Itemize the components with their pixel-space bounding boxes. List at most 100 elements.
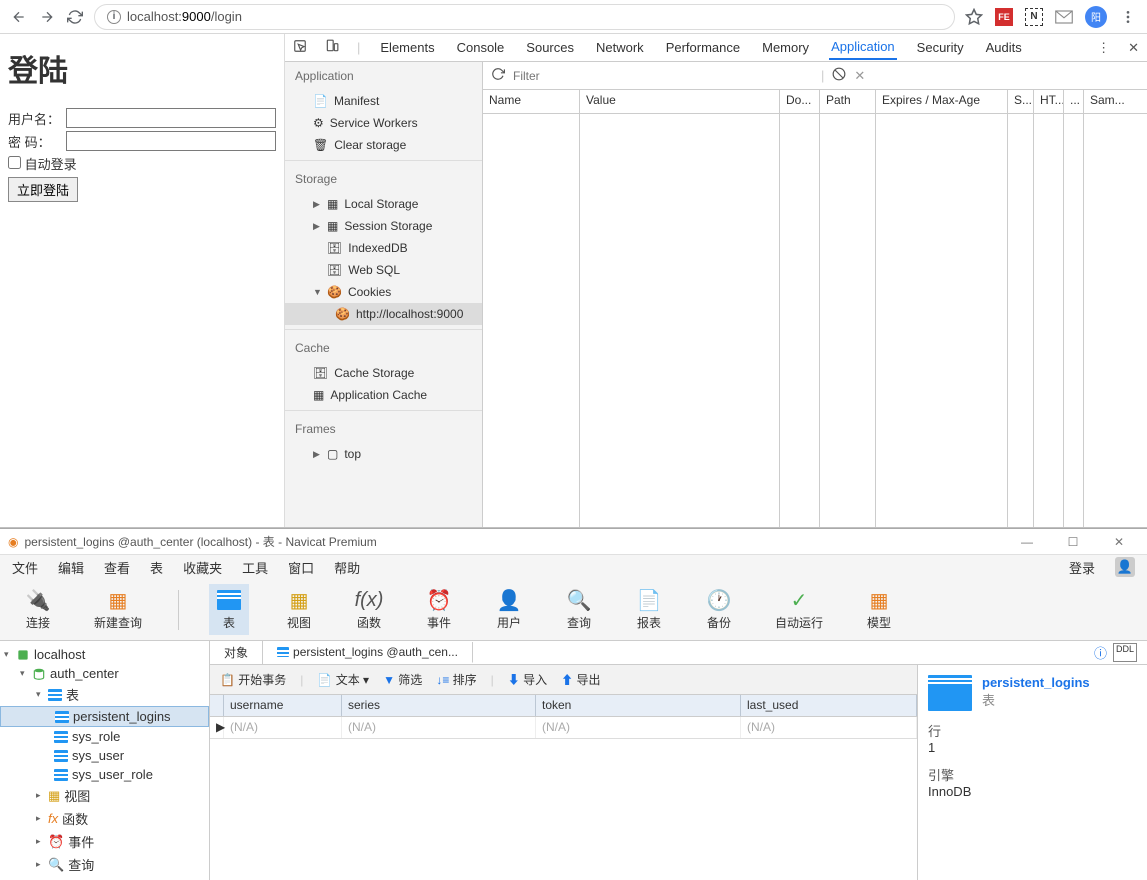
maximize-button[interactable]: ☐ (1053, 535, 1093, 549)
tree-functions[interactable]: ▸fx函数 (0, 807, 209, 830)
tree-sys-user-role[interactable]: sys_user_role (0, 765, 209, 784)
col-last-used[interactable]: last_used (741, 695, 917, 716)
tree-queries[interactable]: ▸🔍查询 (0, 853, 209, 876)
auto-login-checkbox[interactable] (8, 156, 21, 169)
refresh-icon[interactable] (491, 67, 505, 84)
password-input[interactable] (66, 131, 276, 151)
tab-performance[interactable]: Performance (664, 36, 742, 59)
col-username[interactable]: username (224, 695, 342, 716)
tool-backup[interactable]: 🕐备份 (699, 584, 739, 635)
menu-help[interactable]: 帮助 (334, 558, 360, 577)
menu-table[interactable]: 表 (150, 558, 163, 577)
extension-n-icon[interactable]: N (1025, 8, 1043, 26)
sidebar-item-top-frame[interactable]: ▶▢ top (285, 443, 482, 465)
minimize-button[interactable]: — (1007, 535, 1047, 549)
back-button[interactable] (10, 8, 28, 26)
sort-button[interactable]: ↓≡ 排序 (436, 671, 476, 688)
tab-sources[interactable]: Sources (524, 36, 576, 59)
tool-table[interactable]: 表 (209, 584, 249, 635)
extension-mail-icon[interactable] (1055, 8, 1073, 26)
tab-console[interactable]: Console (455, 36, 507, 59)
device-icon[interactable] (325, 39, 339, 56)
sidebar-item-indexeddb[interactable]: 🗄 IndexedDB (285, 237, 482, 259)
sidebar-item-websql[interactable]: 🗄 Web SQL (285, 259, 482, 281)
import-button[interactable]: ⬇ 导入 (508, 671, 547, 688)
sidebar-item-local-storage[interactable]: ▶▦ Local Storage (285, 193, 482, 215)
tab-application[interactable]: Application (829, 35, 897, 60)
profile-avatar[interactable]: 阳 (1085, 6, 1107, 28)
extension-fe-icon[interactable]: FE (995, 8, 1013, 26)
text-button[interactable]: 📄 文本 ▾ (317, 671, 369, 688)
tab-network[interactable]: Network (594, 36, 646, 59)
sidebar-item-clear-storage[interactable]: 🗑 Clear storage (285, 134, 482, 156)
menu-view[interactable]: 查看 (104, 558, 130, 577)
filter-button[interactable]: ▼ 筛选 (383, 671, 422, 688)
export-button[interactable]: ⬆ 导出 (561, 671, 600, 688)
tool-event[interactable]: ⏰事件 (419, 584, 459, 635)
devtools-close-icon[interactable]: ✕ (1128, 40, 1139, 56)
tab-audits[interactable]: Audits (984, 36, 1024, 59)
col-token[interactable]: token (536, 695, 741, 716)
tool-new-query[interactable]: ▦新建查询 (88, 584, 148, 635)
address-bar[interactable]: i localhost:9000/login (94, 4, 955, 30)
tool-query[interactable]: 🔍查询 (559, 584, 599, 635)
col-samesite[interactable]: Sam... (1084, 90, 1147, 113)
tool-connection[interactable]: 🔌连接 (18, 584, 58, 635)
ddl-icon[interactable]: DDL (1113, 643, 1137, 662)
sidebar-item-cookies[interactable]: ▼🍪 Cookies (285, 281, 482, 303)
tab-memory[interactable]: Memory (760, 36, 811, 59)
clear-icon[interactable] (832, 67, 846, 84)
devtools-more-icon[interactable]: ⋮ (1097, 40, 1110, 56)
site-info-icon[interactable]: i (107, 10, 121, 24)
user-icon[interactable]: 👤 (1115, 557, 1135, 577)
menu-window[interactable]: 窗口 (288, 558, 314, 577)
tool-view[interactable]: ▦视图 (279, 584, 319, 635)
sidebar-item-app-cache[interactable]: ▦ Application Cache (285, 384, 482, 406)
tab-persistent-logins[interactable]: persistent_logins @auth_cen... (263, 642, 473, 663)
tool-report[interactable]: 📄报表 (629, 584, 669, 635)
tree-persistent-logins[interactable]: persistent_logins (0, 706, 209, 727)
col-name[interactable]: Name (483, 90, 580, 113)
menu-file[interactable]: 文件 (12, 558, 38, 577)
sidebar-item-service-workers[interactable]: ⚙ Service Workers (285, 112, 482, 134)
delete-icon[interactable]: ✕ (854, 68, 865, 84)
username-input[interactable] (66, 108, 276, 128)
col-series[interactable]: series (342, 695, 536, 716)
col-size[interactable]: S... (1008, 90, 1034, 113)
tree-events[interactable]: ▸⏰事件 (0, 830, 209, 853)
col-value[interactable]: Value (580, 90, 780, 113)
tool-user[interactable]: 👤用户 (489, 584, 529, 635)
tool-function[interactable]: f(x)函数 (349, 584, 389, 635)
tool-model[interactable]: ▦模型 (859, 584, 899, 635)
sidebar-item-manifest[interactable]: 📄 Manifest (285, 90, 482, 112)
tool-auto[interactable]: ✓自动运行 (769, 584, 829, 635)
submit-button[interactable]: 立即登陆 (8, 177, 78, 202)
reload-button[interactable] (66, 8, 84, 26)
col-expires[interactable]: Expires / Max-Age (876, 90, 1008, 113)
forward-button[interactable] (38, 8, 56, 26)
menu-edit[interactable]: 编辑 (58, 558, 84, 577)
col-domain[interactable]: Do... (780, 90, 820, 113)
sidebar-item-cache-storage[interactable]: 🗄 Cache Storage (285, 362, 482, 384)
tree-tables[interactable]: ▾表 (0, 683, 209, 706)
tab-security[interactable]: Security (915, 36, 966, 59)
tree-sys-role[interactable]: sys_role (0, 727, 209, 746)
navicat-login-link[interactable]: 登录 (1069, 558, 1095, 577)
data-grid-row[interactable]: ▶ (N/A) (N/A) (N/A) (N/A) (210, 717, 917, 739)
tab-elements[interactable]: Elements (378, 36, 436, 59)
info-icon[interactable]: ⓘ (1094, 643, 1107, 662)
tree-localhost[interactable]: ▾localhost (0, 645, 209, 664)
star-icon[interactable] (965, 8, 983, 26)
col-path[interactable]: Path (820, 90, 876, 113)
menu-fav[interactable]: 收藏夹 (183, 558, 222, 577)
sidebar-item-session-storage[interactable]: ▶▦ Session Storage (285, 215, 482, 237)
tab-objects[interactable]: 对象 (210, 641, 263, 664)
close-button[interactable]: ✕ (1099, 535, 1139, 549)
inspect-icon[interactable] (293, 39, 307, 56)
col-http[interactable]: HT... (1034, 90, 1064, 113)
col-secure[interactable]: ... (1064, 90, 1084, 113)
menu-tools[interactable]: 工具 (242, 558, 268, 577)
tree-views[interactable]: ▸▦视图 (0, 784, 209, 807)
tree-auth-center[interactable]: ▾auth_center (0, 664, 209, 683)
filter-input[interactable] (513, 69, 813, 83)
